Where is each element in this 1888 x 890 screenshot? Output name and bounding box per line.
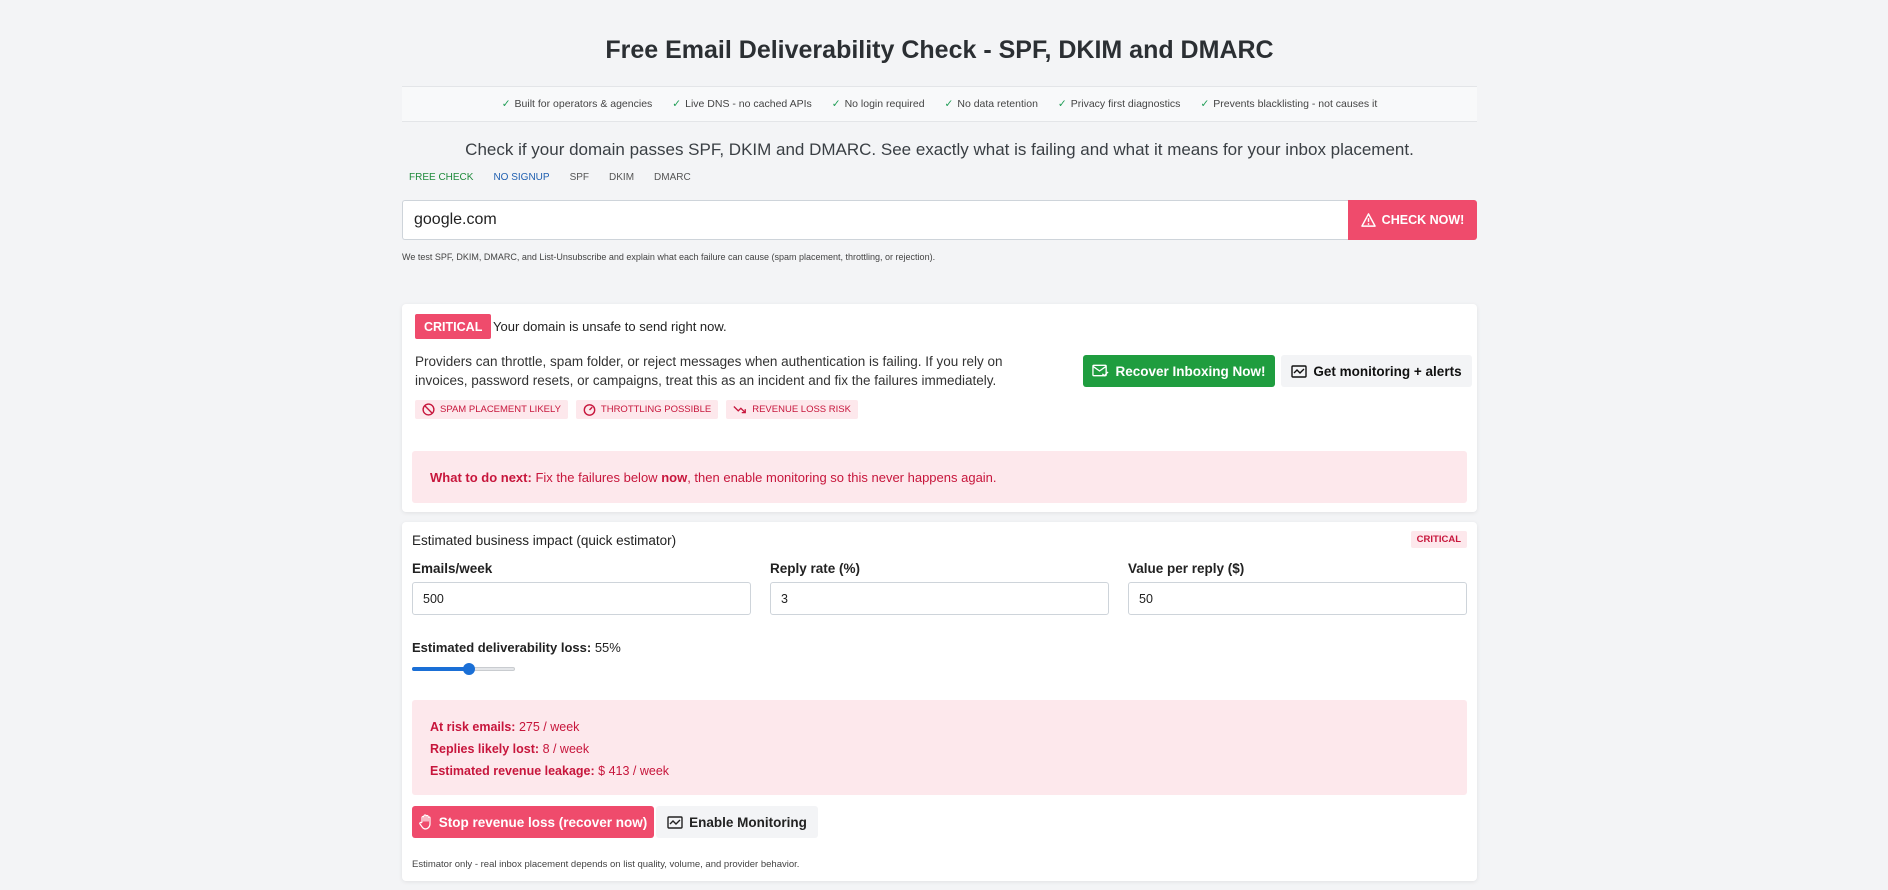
slider-thumb[interactable] (463, 663, 475, 675)
mail-check-icon (1092, 364, 1110, 378)
estimator-card: Estimated business impact (quick estimat… (402, 522, 1477, 881)
emails-week-field: Emails/week (412, 561, 751, 615)
get-monitoring-button[interactable]: Get monitoring + alerts (1281, 355, 1472, 387)
domain-search-form: CHECK NOW! (402, 200, 1477, 240)
value-per-reply-field: Value per reply ($) (1128, 561, 1467, 615)
stop-revenue-loss-button[interactable]: Stop revenue loss (recover now) (412, 806, 654, 838)
risk-chip-revenue: REVENUE LOSS RISK (726, 400, 858, 419)
emails-week-label: Emails/week (412, 561, 493, 576)
next-steps-label: What to do next: (430, 469, 532, 485)
trust-item: ✓ Privacy first diagnostics (1057, 98, 1181, 110)
check-icon: ✓ (1200, 98, 1210, 110)
check-icon: ✓ (501, 98, 511, 110)
risk-chip-throttling: THROTTLING POSSIBLE (575, 400, 719, 419)
impact-results: At risk emails: 275 / week Replies likel… (412, 700, 1467, 795)
reply-rate-input[interactable] (770, 582, 1109, 615)
tag-free-check: FREE CHECK (409, 172, 474, 183)
result-revenue-leakage: Estimated revenue leakage: $ 413 / week (430, 764, 670, 778)
check-icon: ✓ (944, 98, 954, 110)
trust-item: ✓ No login required (831, 98, 925, 110)
risk-chips: SPAM PLACEMENT LIKELY THROTTLING POSSIBL… (415, 400, 858, 419)
status-description: Providers can throttle, spam folder, or … (415, 354, 1003, 388)
trust-item: ✓ Live DNS - no cached APIs (672, 98, 812, 110)
deliverability-loss-slider[interactable] (412, 662, 515, 676)
critical-badge: CRITICAL (415, 314, 492, 339)
status-card: CRITICAL Your domain is unsafe to send r… (402, 304, 1477, 512)
check-icon: ✓ (831, 98, 841, 110)
no-entry-icon (422, 403, 435, 416)
trust-item: ✓ Prevents blacklisting - not causes it (1200, 98, 1378, 110)
feature-tags: FREE CHECK NO SIGNUP SPF DKIM DMARC (409, 172, 691, 183)
check-now-button[interactable]: CHECK NOW! (1348, 200, 1477, 240)
page-title: Free Email Deliverability Check - SPF, D… (605, 36, 1274, 64)
trend-down-icon (733, 404, 747, 416)
tag-no-signup: NO SIGNUP (493, 172, 550, 183)
trust-bar: ✓ Built for operators & agencies ✓ Live DN… (402, 86, 1477, 122)
speedometer-icon (583, 403, 596, 416)
next-steps-alert: What to do next: Fix the failures below … (412, 451, 1467, 503)
lead-text: Check if your domain passes SPF, DKIM an… (465, 140, 1414, 159)
deliverability-loss-label: Estimated deliverability loss: 55% (412, 640, 621, 655)
recover-inboxing-button[interactable]: Recover Inboxing Now! (1083, 355, 1275, 387)
check-now-label: CHECK NOW! (1381, 213, 1465, 227)
warning-icon (1360, 213, 1376, 227)
enable-monitoring-button[interactable]: Enable Monitoring (656, 806, 818, 838)
domain-input[interactable] (402, 200, 1348, 240)
tag-dkim: DKIM (609, 172, 635, 183)
tag-spf: SPF (569, 172, 590, 183)
check-icon: ✓ (672, 98, 682, 110)
monitor-chart-icon (667, 815, 683, 829)
status-headline: Your domain is unsafe to send right now. (493, 319, 727, 334)
monitor-chart-icon (1291, 364, 1308, 378)
hand-stop-icon (418, 814, 433, 830)
check-icon: ✓ (1057, 98, 1067, 110)
estimator-title: Estimated business impact (quick estimat… (412, 533, 677, 548)
risk-chip-spam: SPAM PLACEMENT LIKELY (415, 400, 568, 419)
reply-rate-label: Reply rate (%) (770, 561, 861, 576)
estimator-disclaimer: Estimator only - real inbox placement de… (412, 859, 800, 870)
estimator-critical-badge: CRITICAL (1410, 531, 1467, 548)
emails-week-input[interactable] (412, 582, 751, 615)
slider-fill (412, 667, 469, 671)
value-per-reply-input[interactable] (1128, 582, 1467, 615)
trust-item: ✓ No data retention (944, 98, 1038, 110)
result-at-risk-emails: At risk emails: 275 / week (430, 720, 580, 734)
value-per-reply-label: Value per reply ($) (1128, 561, 1245, 576)
reply-rate-field: Reply rate (%) (770, 561, 1109, 615)
deliverability-loss-value: 55% (594, 640, 621, 655)
search-note: We test SPF, DKIM, DMARC, and List-Unsub… (402, 252, 936, 262)
tag-dmarc: DMARC (654, 172, 691, 183)
result-replies-lost: Replies likely lost: 8 / week (430, 742, 590, 756)
trust-item: ✓ Built for operators & agencies (501, 98, 653, 110)
